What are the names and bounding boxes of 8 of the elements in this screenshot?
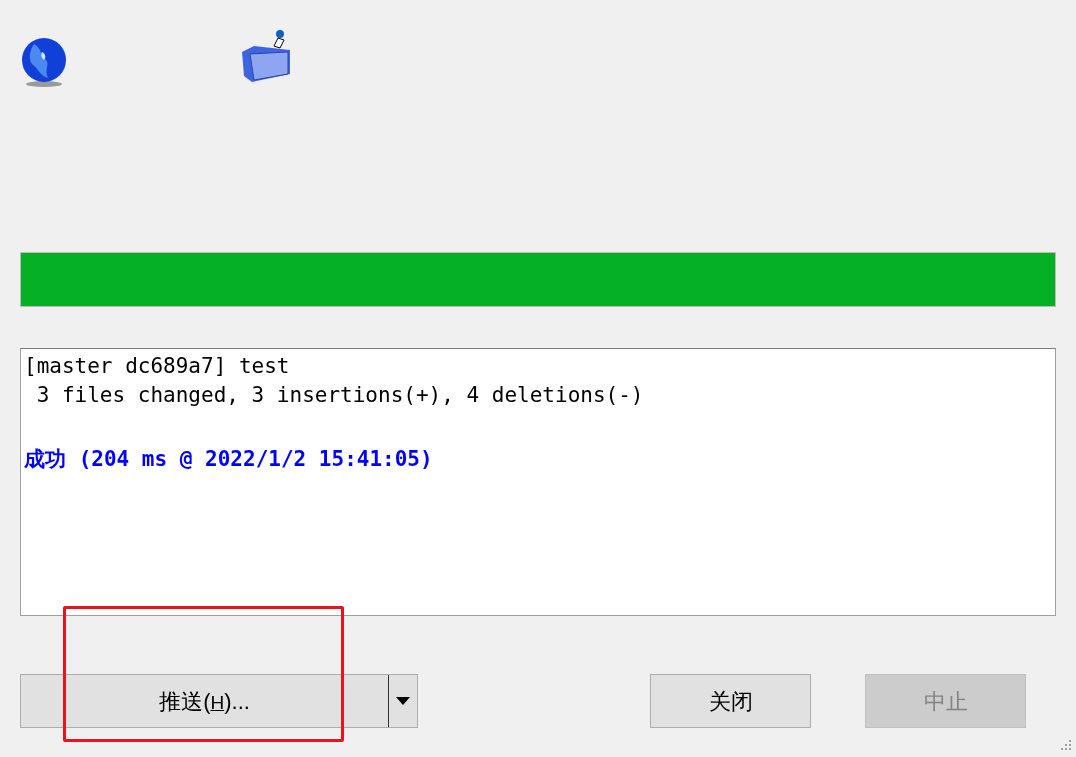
caret-icon <box>396 697 410 705</box>
folder-icon <box>240 28 292 84</box>
resize-grip-icon <box>1058 739 1072 753</box>
dialog-button[interactable]: 关闭 <box>650 674 811 728</box>
globe-icon <box>20 38 68 88</box>
success-message: 成功 (204 ms @ 2022/1/2 15:41:05) <box>24 446 434 473</box>
log-line: [master dc689a7] test <box>24 353 291 380</box>
log-line: 3 files changed, 3 insertions(+), 4 deletions(-) <box>35 382 645 409</box>
